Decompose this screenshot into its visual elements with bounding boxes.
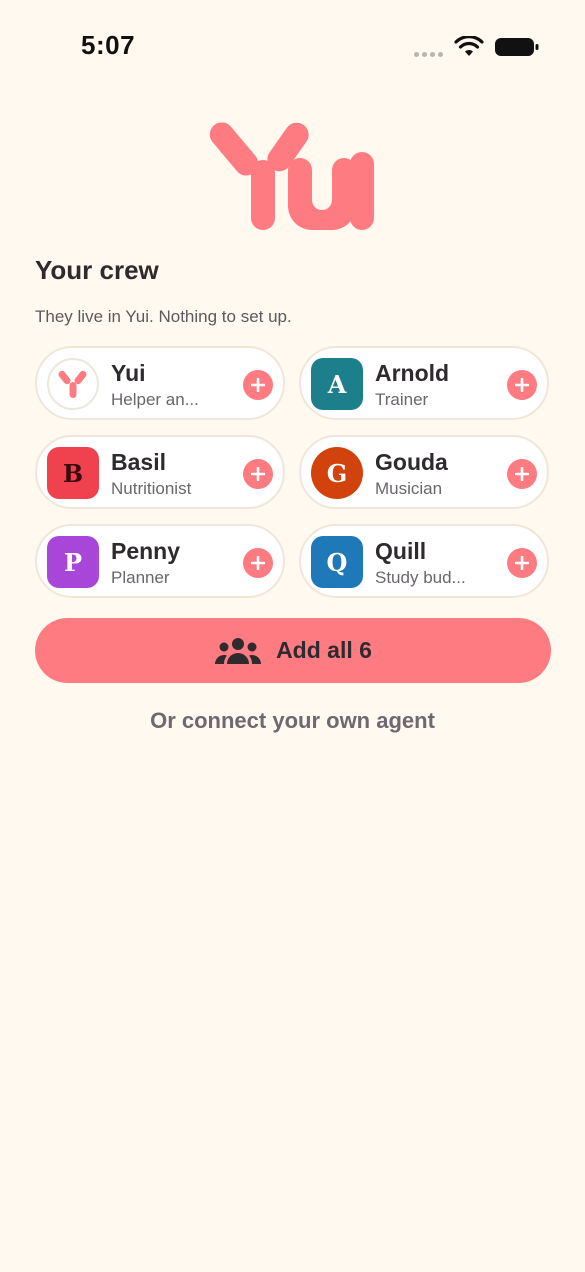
agent-role: Nutritionist [111,479,192,498]
agent-card-basil[interactable]: B Basil Nutritionist [35,435,285,509]
yui-logo [209,122,374,230]
agent-role: Helper an... [111,390,199,409]
cellular-icon [414,52,443,57]
add-agent-button[interactable] [243,370,273,400]
avatar: A [311,358,363,410]
agent-role: Study bud... [375,568,466,587]
agent-name: Penny [111,538,181,564]
plus-icon [515,378,529,392]
agent-name: Yui [111,360,146,386]
avatar: Q [311,536,363,588]
add-all-button[interactable]: Add all 6 [35,618,551,683]
agent-name: Gouda [375,449,448,475]
add-agent-button[interactable] [507,548,537,578]
agent-card-arnold[interactable]: A Arnold Trainer [299,346,549,420]
plus-icon [515,556,529,570]
agent-name: Quill [375,538,427,564]
agent-card-gouda[interactable]: G Gouda Musician [299,435,549,509]
agent-role: Planner [111,568,170,587]
plus-icon [251,556,265,570]
add-agent-button[interactable] [243,459,273,489]
avatar: G [311,447,363,499]
people-group-icon [215,637,262,664]
agent-role: Trainer [375,390,429,409]
section-subtitle: They live in Yui. Nothing to set up. [35,307,292,326]
agent-role: Musician [375,479,443,498]
agent-card-quill[interactable]: Q Quill Study bud... [299,524,549,598]
avatar: P [47,536,99,588]
avatar [47,358,99,410]
agent-name: Basil [111,449,166,475]
avatar: B [47,447,99,499]
agent-card-yui[interactable]: Yui Helper an... [35,346,285,420]
plus-icon [251,467,265,481]
add-agent-button[interactable] [507,459,537,489]
battery-icon [495,38,539,56]
status-bar: 5:07 [0,0,585,95]
add-all-label: Add all 6 [276,637,372,663]
yui-logo-icon [58,370,87,398]
agent-name: Arnold [375,360,450,386]
add-agent-button[interactable] [507,370,537,400]
section-title: Your crew [35,255,159,285]
agent-card-penny[interactable]: P Penny Planner [35,524,285,598]
add-agent-button[interactable] [243,548,273,578]
status-time: 5:07 [81,30,136,60]
plus-icon [251,378,265,392]
connect-own-agent-link[interactable]: Or connect your own agent [0,708,585,734]
wifi-icon [454,36,484,56]
plus-icon [515,467,529,481]
